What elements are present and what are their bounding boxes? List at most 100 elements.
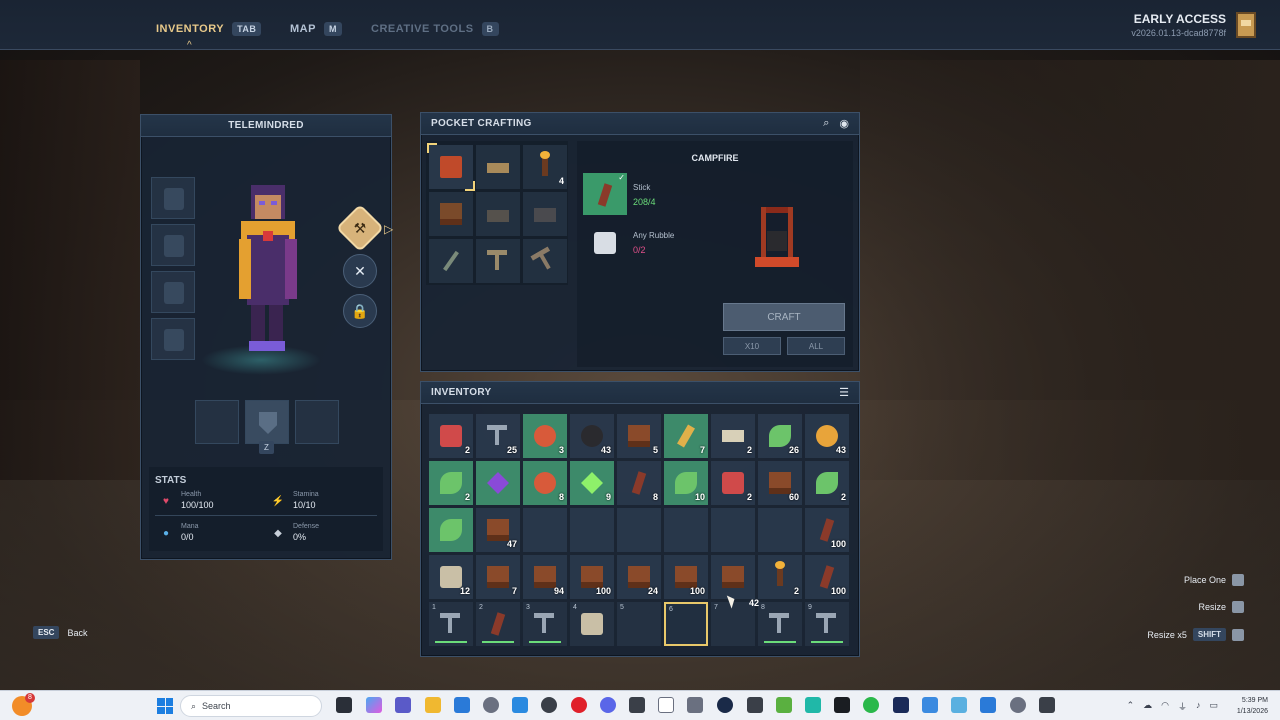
hotbar-slot[interactable]: 4: [570, 602, 614, 646]
tab-map[interactable]: MAP M: [290, 22, 342, 36]
app-icon[interactable]: [805, 697, 821, 713]
lock-button[interactable]: 🔒: [343, 294, 377, 328]
inventory-slot[interactable]: 43: [805, 414, 849, 458]
music-icon[interactable]: [541, 697, 557, 713]
accessory-slot-left[interactable]: [195, 400, 239, 444]
steam-icon[interactable]: [717, 697, 733, 713]
inventory-slot[interactable]: 26: [758, 414, 802, 458]
hotbar-slot[interactable]: 5: [617, 602, 661, 646]
app-icon[interactable]: [1010, 697, 1026, 713]
settings-icon[interactable]: [483, 697, 499, 713]
app-icon[interactable]: [951, 697, 967, 713]
armor-slot-legs[interactable]: [151, 318, 195, 360]
inventory-slot[interactable]: [570, 508, 614, 552]
inventory-slot[interactable]: 9: [570, 461, 614, 505]
wifi-icon[interactable]: ◠: [1161, 700, 1169, 713]
inventory-slot[interactable]: [664, 508, 708, 552]
recipe-torch[interactable]: 4: [523, 145, 567, 189]
widgets-icon[interactable]: 8: [12, 693, 35, 716]
inventory-slot[interactable]: 94: [523, 555, 567, 599]
recipe-anvil[interactable]: [476, 192, 520, 236]
app-icon[interactable]: [922, 697, 938, 713]
inventory-slot[interactable]: 7: [664, 414, 708, 458]
file-explorer-icon[interactable]: [425, 697, 441, 713]
inventory-slot[interactable]: 2: [429, 414, 473, 458]
back-prompt[interactable]: ESC Back: [33, 626, 87, 639]
craft-button[interactable]: CRAFT: [723, 303, 845, 331]
inventory-slot[interactable]: [758, 508, 802, 552]
inventory-slot[interactable]: [429, 508, 473, 552]
inventory-slot[interactable]: 2: [805, 461, 849, 505]
inventory-slot[interactable]: 47: [476, 508, 520, 552]
tab-inventory[interactable]: INVENTORY TAB: [156, 22, 262, 36]
chrome-icon[interactable]: [863, 697, 879, 713]
appearance-button[interactable]: ✕: [343, 254, 377, 288]
accessory-slot-right[interactable]: [295, 400, 339, 444]
inventory-slot[interactable]: 100: [805, 508, 849, 552]
copilot-icon[interactable]: [366, 697, 382, 713]
recipe-campfire[interactable]: [427, 143, 475, 191]
taskbar-search[interactable]: ⌕ Search: [180, 695, 322, 717]
inventory-slot[interactable]: 7: [476, 555, 520, 599]
hotbar-slot[interactable]: 6: [664, 602, 708, 646]
inventory-slot[interactable]: 43: [570, 414, 614, 458]
inventory-slot[interactable]: 2: [711, 461, 755, 505]
inventory-slot[interactable]: 10: [664, 461, 708, 505]
crafting-mode-button[interactable]: ⚒: [335, 203, 385, 253]
task-view-icon[interactable]: [336, 697, 352, 713]
hotbar-slot[interactable]: 3: [523, 602, 567, 646]
craft-all-button[interactable]: ALL: [787, 337, 845, 355]
app-icon[interactable]: [834, 697, 850, 713]
notepad-icon[interactable]: [658, 697, 674, 713]
armor-slot-hands[interactable]: [151, 271, 195, 313]
inventory-slot[interactable]: 2: [429, 461, 473, 505]
start-icon[interactable]: [157, 698, 173, 714]
recipe-chest[interactable]: [429, 192, 473, 236]
app-icon[interactable]: [980, 697, 996, 713]
inventory-slot[interactable]: 60: [758, 461, 802, 505]
craft-x10-button[interactable]: X10: [723, 337, 781, 355]
hotbar-slot[interactable]: 8: [758, 602, 802, 646]
inventory-slot[interactable]: 2: [758, 555, 802, 599]
inventory-slot[interactable]: 24: [617, 555, 661, 599]
recipe-forge[interactable]: [523, 192, 567, 236]
hytale-icon[interactable]: [1039, 697, 1055, 713]
volume-icon[interactable]: ♪: [1196, 700, 1201, 713]
app-icon[interactable]: [893, 697, 909, 713]
inventory-slot[interactable]: [711, 555, 755, 599]
recipe-hammer[interactable]: [476, 239, 520, 283]
hotbar-slot[interactable]: 2: [476, 602, 520, 646]
inventory-slot[interactable]: [711, 508, 755, 552]
hotbar-slot[interactable]: 9: [805, 602, 849, 646]
inventory-slot[interactable]: 25: [476, 414, 520, 458]
teams-icon[interactable]: [395, 697, 411, 713]
app-icon[interactable]: [629, 697, 645, 713]
inventory-slot[interactable]: 3: [523, 414, 567, 458]
calculator-icon[interactable]: [687, 697, 703, 713]
inventory-slot[interactable]: 5: [617, 414, 661, 458]
inventory-slot[interactable]: 100: [664, 555, 708, 599]
inventory-slot[interactable]: 100: [805, 555, 849, 599]
inventory-slot[interactable]: 8: [523, 461, 567, 505]
hotbar-slot[interactable]: 1: [429, 602, 473, 646]
inventory-slot[interactable]: 100: [570, 555, 614, 599]
armor-slot-chest[interactable]: [151, 224, 195, 266]
inventory-slot[interactable]: 12: [429, 555, 473, 599]
inventory-slot[interactable]: [523, 508, 567, 552]
inventory-slot[interactable]: 2: [711, 414, 755, 458]
store-icon[interactable]: [454, 697, 470, 713]
search-icon[interactable]: ⌕: [823, 117, 829, 130]
armor-slot-head[interactable]: [151, 177, 195, 219]
recipe-workbench[interactable]: [476, 145, 520, 189]
tab-creative-tools[interactable]: CREATIVE TOOLS B: [371, 22, 499, 36]
app-icon[interactable]: [512, 697, 528, 713]
opera-icon[interactable]: [571, 697, 587, 713]
inventory-slot[interactable]: 8: [617, 461, 661, 505]
accessory-slot-shield[interactable]: [245, 400, 289, 444]
inventory-slot[interactable]: [476, 461, 520, 505]
profile-avatar-icon[interactable]: [1236, 12, 1256, 38]
app-icon[interactable]: [747, 697, 763, 713]
chevron-up-icon[interactable]: ⌃: [1127, 700, 1135, 713]
recipe-pickaxe[interactable]: [523, 239, 567, 283]
network-icon[interactable]: ☁: [1143, 700, 1152, 713]
